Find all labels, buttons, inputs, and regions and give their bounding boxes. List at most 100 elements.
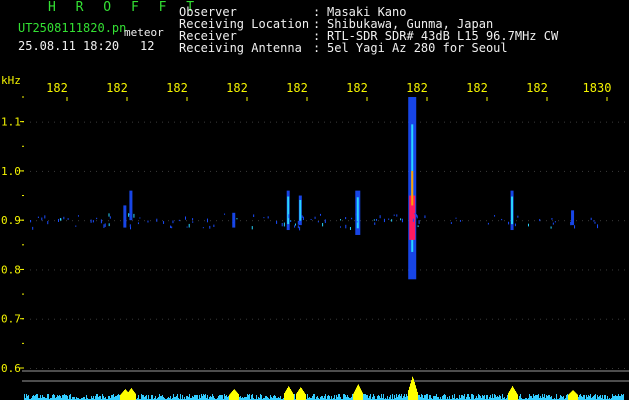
noise-point bbox=[570, 221, 572, 226]
level-bar bbox=[416, 388, 417, 400]
noise-point bbox=[287, 224, 289, 228]
level-bar bbox=[563, 396, 564, 400]
level-bar bbox=[95, 396, 96, 400]
grid-dot bbox=[240, 318, 241, 320]
grid-dot bbox=[300, 269, 301, 271]
grid-dot bbox=[456, 170, 457, 172]
level-bar bbox=[419, 395, 420, 400]
level-bar bbox=[600, 395, 601, 400]
grid-dot bbox=[384, 121, 385, 123]
grid-dot bbox=[324, 170, 325, 172]
grid-dot bbox=[612, 318, 613, 320]
level-bar bbox=[305, 394, 306, 400]
level-bar bbox=[275, 396, 276, 400]
grid-dot bbox=[150, 269, 151, 271]
grid-dot bbox=[156, 170, 157, 172]
grid-dot bbox=[354, 269, 355, 271]
level-bar bbox=[575, 392, 576, 400]
grid-dot bbox=[306, 220, 307, 222]
grid-dot bbox=[162, 269, 163, 271]
grid-dot bbox=[138, 269, 139, 271]
grid-dot bbox=[402, 368, 403, 369]
level-bar bbox=[251, 395, 252, 400]
grid-dot bbox=[216, 318, 217, 320]
grid-dot bbox=[282, 269, 283, 271]
level-bar bbox=[535, 395, 536, 400]
level-bar bbox=[70, 394, 71, 400]
grid-dot bbox=[582, 121, 583, 123]
grid-dot bbox=[492, 269, 493, 271]
noise-point bbox=[590, 217, 592, 221]
grid-dot bbox=[336, 220, 337, 222]
noise-point bbox=[192, 218, 194, 221]
noise-point bbox=[288, 214, 290, 219]
grid-dot bbox=[330, 170, 331, 172]
grid-dot bbox=[474, 318, 475, 320]
noise-point bbox=[109, 216, 111, 219]
level-bar bbox=[303, 391, 304, 400]
level-bar bbox=[621, 394, 622, 400]
grid-dot bbox=[540, 170, 541, 172]
level-bar bbox=[202, 396, 203, 400]
grid-dot bbox=[72, 220, 73, 222]
grid-dot bbox=[432, 368, 433, 369]
grid-dot bbox=[132, 170, 133, 172]
level-bar bbox=[195, 395, 196, 400]
level-bar bbox=[187, 396, 188, 400]
level-bar bbox=[427, 394, 428, 400]
grid-dot bbox=[438, 318, 439, 320]
grid-dot bbox=[342, 318, 343, 320]
echo-trace bbox=[232, 212, 236, 228]
level-bar bbox=[192, 396, 193, 400]
grid-dot bbox=[162, 220, 163, 222]
level-bar bbox=[116, 396, 117, 400]
grid-dot bbox=[498, 368, 499, 369]
grid-dot bbox=[468, 220, 469, 222]
grid-dot bbox=[342, 121, 343, 123]
echo-core bbox=[511, 196, 514, 225]
level-bar bbox=[173, 394, 174, 400]
noise-point bbox=[322, 223, 324, 227]
grid-dot bbox=[96, 318, 97, 320]
grid-dot bbox=[456, 121, 457, 123]
level-bar bbox=[471, 394, 472, 400]
grid-dot bbox=[624, 170, 625, 172]
noise-point bbox=[206, 218, 208, 223]
grid-dot bbox=[606, 368, 607, 369]
grid-dot bbox=[432, 121, 433, 123]
grid-dot bbox=[228, 121, 229, 123]
grid-dot bbox=[132, 220, 133, 222]
level-bar bbox=[478, 394, 479, 400]
grid-dot bbox=[420, 318, 421, 320]
level-bar bbox=[155, 396, 156, 400]
noise-point bbox=[41, 217, 43, 221]
grid-dot bbox=[474, 220, 475, 222]
level-bar bbox=[141, 394, 142, 400]
grid-dot bbox=[564, 368, 565, 369]
level-bar bbox=[225, 396, 226, 400]
grid-dot bbox=[366, 269, 367, 271]
grid-dot bbox=[462, 318, 463, 320]
noise-point bbox=[494, 215, 496, 217]
grid-dot bbox=[48, 121, 49, 123]
level-bar bbox=[500, 396, 501, 400]
grid-dot bbox=[558, 121, 559, 123]
level-bar bbox=[222, 395, 223, 400]
noise-point bbox=[459, 220, 461, 222]
level-bar bbox=[538, 394, 539, 400]
level-bar bbox=[145, 396, 146, 400]
level-bar bbox=[322, 396, 323, 400]
grid-dot bbox=[336, 170, 337, 172]
grid-dot bbox=[276, 170, 277, 172]
grid-dot bbox=[414, 368, 415, 369]
grid-dot bbox=[516, 269, 517, 271]
level-bar bbox=[248, 395, 249, 400]
level-bar bbox=[321, 396, 322, 400]
noise-point bbox=[597, 224, 599, 229]
noise-point bbox=[517, 215, 519, 218]
grid-dot bbox=[222, 121, 223, 123]
level-bar bbox=[417, 391, 418, 400]
grid-dot bbox=[180, 269, 181, 271]
y-tick-label: 1.0 bbox=[1, 165, 21, 178]
level-bar bbox=[293, 394, 294, 400]
